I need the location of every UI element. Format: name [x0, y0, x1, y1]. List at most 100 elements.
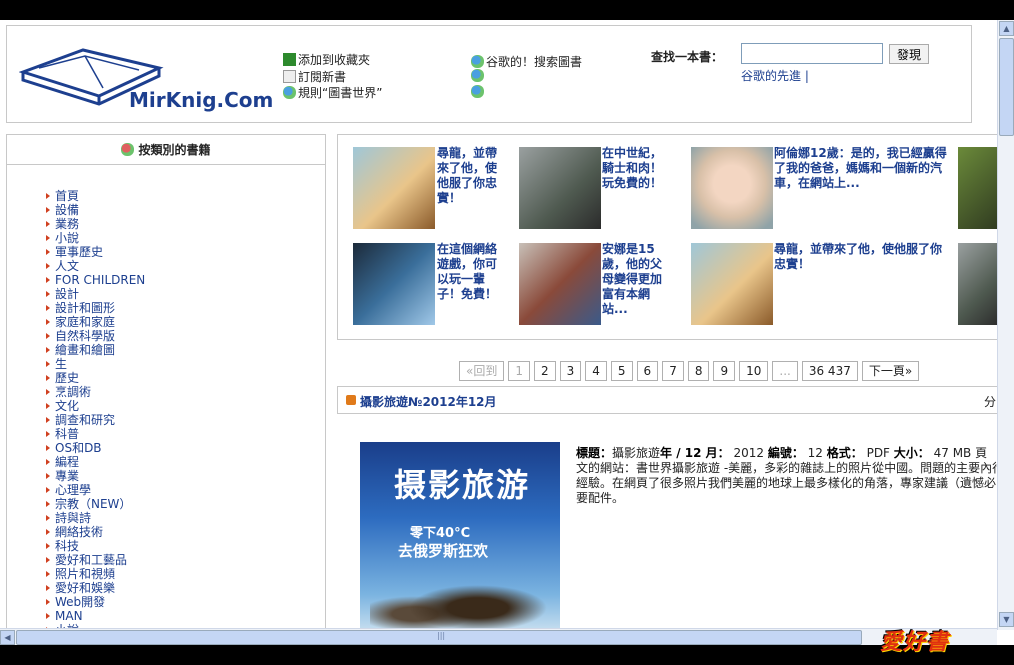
category-item[interactable]: 業務 [45, 217, 145, 231]
category-item[interactable]: 設備 [45, 203, 145, 217]
screen-bottom-bar [0, 645, 1014, 665]
browser-viewport: MirKnig.Com 添加到收藏夾 訂閱新書 規則“圖書世界” 谷歌的！搜索圖… [0, 20, 1014, 645]
cover-subtitle: 零下40°C [410, 526, 471, 541]
magazine-cover-image[interactable]: 摄影旅游 零下40°C 去俄罗斯狂欢 [360, 442, 560, 632]
promo-thumbnails: 尋龍，並帶來了他，使他服了你忠實！ 在中世紀，騎士和肉！玩免費的！ 阿倫娜12歲… [337, 134, 1007, 340]
users-icon [471, 55, 484, 68]
category-item[interactable]: 繪畫和繪圖 [45, 343, 145, 357]
post-icon [346, 395, 356, 405]
page-link[interactable]: 9 [713, 361, 736, 381]
site-logo-text[interactable]: MirKnig.Com [129, 88, 273, 112]
header-link-2[interactable] [471, 69, 486, 83]
page-link[interactable]: 5 [610, 361, 633, 381]
category-item[interactable]: 歷史 [45, 371, 145, 385]
thumb-warrior-image[interactable] [958, 147, 1000, 229]
category-item[interactable]: 首頁 [45, 189, 145, 203]
category-item[interactable]: 調查和研究 [45, 413, 145, 427]
category-item[interactable]: 自然科學版 [45, 329, 145, 343]
search-input[interactable] [741, 43, 883, 64]
thumb-caption[interactable]: 阿倫娜12歲：是的，我已經贏得了我的爸爸，媽媽和一個新的汽車，在網站上... [774, 146, 949, 191]
thumb-dragon-image[interactable] [353, 147, 435, 229]
rules-link[interactable]: 規則“圖書世界” [283, 84, 382, 101]
scroll-left-icon[interactable]: ◀ [0, 630, 15, 645]
category-item[interactable]: 照片和視頻 [45, 567, 145, 581]
sidebar-title: 按類別的書籍 [7, 135, 325, 165]
vertical-scrollbar[interactable]: ▲ ▼ [997, 20, 1014, 630]
thumb-teen-image[interactable] [519, 243, 601, 325]
horizontal-scroll-thumb[interactable]: ||| [16, 630, 862, 645]
page-link[interactable]: 10 [739, 361, 769, 381]
page-link[interactable]: 1 [508, 361, 530, 381]
category-item[interactable]: 科技 [45, 539, 145, 553]
page-link[interactable]: 6 [636, 361, 659, 381]
page-link[interactable]: 3 [559, 361, 582, 381]
thumb-fighter-image[interactable] [353, 243, 435, 325]
cover-headline: 去俄罗斯狂欢 [398, 542, 489, 560]
page-ellipsis: ... [772, 361, 798, 381]
category-item[interactable]: 科普 [45, 427, 145, 441]
cover-dogs-image [370, 572, 550, 632]
search-button[interactable]: 發現 [889, 44, 929, 64]
page-link[interactable]: 8 [687, 361, 710, 381]
bookmark-icon [283, 53, 296, 66]
site-header: MirKnig.Com 添加到收藏夾 訂閱新書 規則“圖書世界” 谷歌的！搜索圖… [6, 25, 972, 123]
thumb-caption[interactable]: 在中世紀，騎士和肉！玩免費的！ [602, 146, 672, 191]
category-item[interactable]: 家庭和家庭 [45, 315, 145, 329]
category-item[interactable]: 愛好和娛樂 [45, 581, 145, 595]
scroll-down-icon[interactable]: ▼ [999, 612, 1014, 627]
category-item[interactable]: 生 [45, 357, 145, 371]
page-link[interactable]: 2 [533, 361, 556, 381]
post-description: 標題：攝影旅遊年 / 12 月： 2012 編號： 12 格式： PDF 大小：… [576, 446, 1005, 505]
google-search-link[interactable]: 谷歌的！搜索圖書 [471, 53, 582, 70]
header-link-3[interactable] [471, 85, 486, 99]
category-item[interactable]: 愛好和工藝品 [45, 553, 145, 567]
category-item[interactable]: 烹調術 [45, 385, 145, 399]
advanced-search-link[interactable]: 谷歌的先進 | [741, 67, 809, 84]
page-link[interactable]: 4 [585, 361, 607, 381]
category-sidebar: 按類別的書籍 首頁 設備 業務 小說 軍事歷史 人文 FOR CHILDREN … [6, 134, 326, 645]
vertical-scroll-thumb[interactable] [999, 38, 1014, 136]
thumb-knight-image[interactable] [958, 243, 1000, 325]
page-link[interactable]: 7 [662, 361, 684, 381]
category-item[interactable]: 人文 [45, 259, 145, 273]
search-label: 查找一本書： [651, 50, 724, 64]
category-item[interactable]: Web開發 [45, 595, 145, 609]
post-category[interactable]: 分 [984, 393, 996, 410]
category-item[interactable]: 心理學 [45, 483, 145, 497]
thumb-caption[interactable]: 尋龍，並帶來了他，使他服了你忠實！ [437, 146, 507, 206]
add-bookmark-link[interactable]: 添加到收藏夾 [283, 51, 370, 68]
category-item[interactable]: 宗教（NEW） [45, 497, 145, 511]
category-item[interactable]: OS和DB [45, 441, 145, 455]
thumb-caption[interactable]: 在這個網絡遊戲，你可以玩一輩子！免費！ [437, 242, 507, 302]
category-item[interactable]: 小說 [45, 231, 145, 245]
category-item[interactable]: 專業 [45, 469, 145, 483]
users-icon [471, 69, 484, 82]
cover-title: 摄影旅游 [394, 466, 531, 504]
thumb-girl-image[interactable] [691, 147, 773, 229]
category-icon [121, 143, 135, 156]
thumb-caption[interactable]: 尋龍，並帶來了他，使他服了你忠實！ [774, 242, 949, 272]
mail-icon [283, 70, 296, 83]
category-item[interactable]: MAN [45, 609, 145, 623]
last-page-link[interactable]: 36 437 [801, 361, 858, 381]
next-page-button[interactable]: 下一頁» [861, 361, 920, 381]
thumb-knight-image[interactable] [519, 147, 601, 229]
prev-page-button[interactable]: «回到 [459, 361, 505, 381]
horizontal-scrollbar[interactable]: ◀ ||| [0, 628, 997, 645]
category-item[interactable]: FOR CHILDREN [45, 273, 145, 287]
subscribe-link[interactable]: 訂閱新書 [283, 68, 346, 85]
category-list: 首頁 設備 業務 小說 軍事歷史 人文 FOR CHILDREN 設計 設計和圖… [45, 189, 145, 637]
thumb-dragon-image[interactable] [691, 243, 773, 325]
category-item[interactable]: 編程 [45, 455, 145, 469]
category-item[interactable]: 詩與詩 [45, 511, 145, 525]
users-icon [283, 86, 296, 99]
category-item[interactable]: 文化 [45, 399, 145, 413]
scroll-up-icon[interactable]: ▲ [999, 21, 1014, 36]
thumb-caption[interactable]: 安娜是15歲，他的父母變得更加富有本網站... [602, 242, 672, 317]
watermark-logo: 愛好書 [880, 630, 950, 655]
category-item[interactable]: 設計 [45, 287, 145, 301]
category-item[interactable]: 網絡技術 [45, 525, 145, 539]
category-item[interactable]: 設計和圖形 [45, 301, 145, 315]
category-item[interactable]: 軍事歷史 [45, 245, 145, 259]
post-title[interactable]: 攝影旅遊№2012年12月 [360, 393, 497, 410]
